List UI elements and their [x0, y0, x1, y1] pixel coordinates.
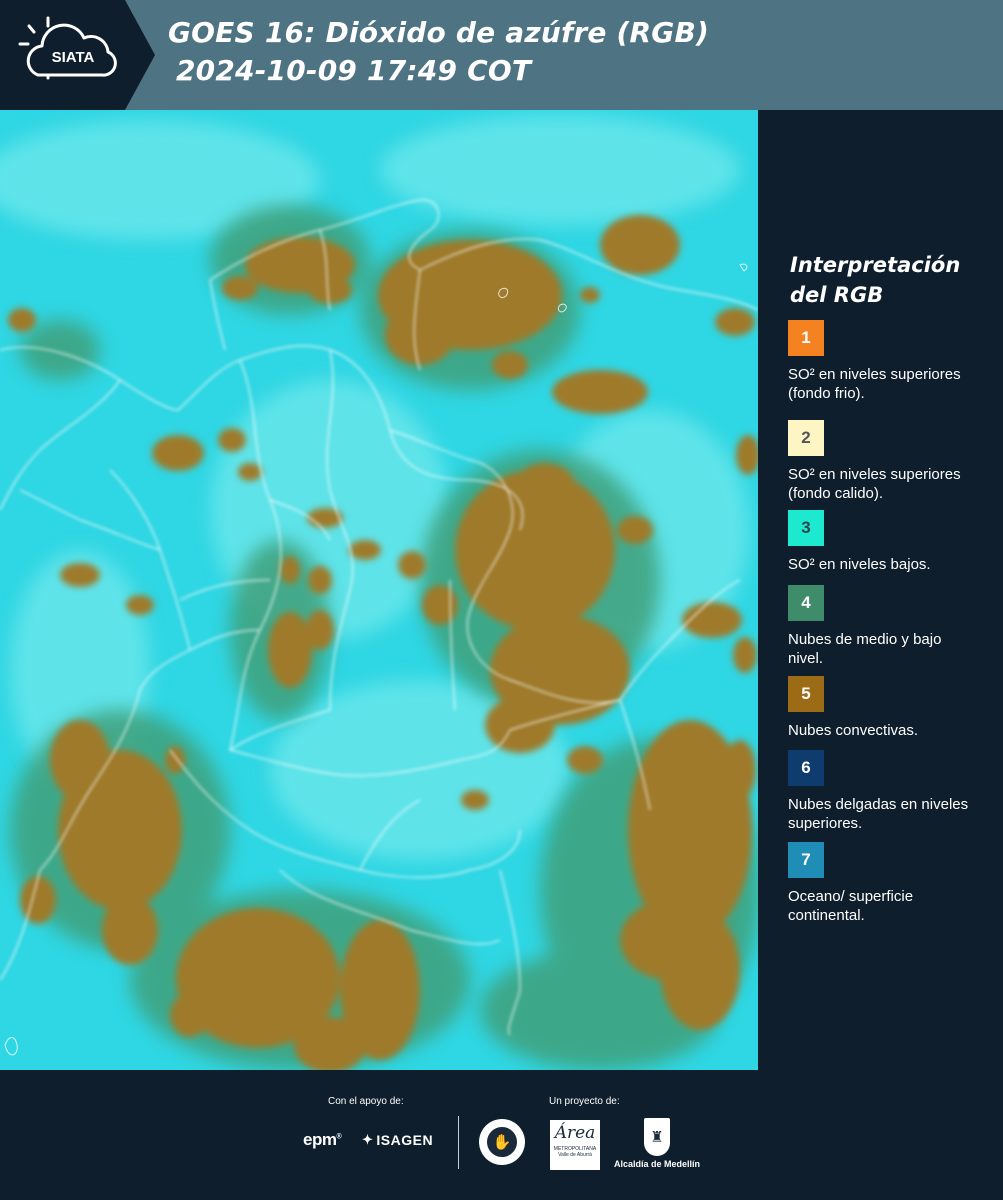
legend-panel: Interpretación del RGB 1 SO² en niveles … [758, 110, 1003, 1070]
project-label: Un proyecto de: [549, 1096, 620, 1107]
legend-item-2: 2 SO² en niveles superiores (fondo calid… [788, 420, 988, 503]
medellin-seal-logo: ✋ [479, 1119, 525, 1165]
epm-logo-text: epm [303, 1130, 337, 1149]
epm-logo: epm® [303, 1130, 342, 1149]
satellite-map[interactable] [0, 110, 758, 1070]
legend-swatch-4: 4 [788, 585, 824, 621]
alcaldia-medellin-logo: ♜ Alcaldía de Medellín [612, 1118, 702, 1169]
legend-label-7: Oceano/ superficie continental. [788, 888, 914, 924]
area-metropolitana-logo: Área METROPOLITANA Valle de Aburrá [550, 1120, 600, 1170]
legend-item-7: 7 Oceano/ superficie continental. [788, 842, 988, 925]
legend-swatch-7: 7 [788, 842, 824, 878]
crest-icon: ♜ [644, 1118, 670, 1156]
footer: Con el apoyo de: Un proyecto de: epm® ✦ … [0, 1070, 1003, 1200]
legend-number-1: 1 [801, 328, 811, 347]
area-logo-script: Área [554, 1123, 596, 1143]
legend-swatch-6: 6 [788, 750, 824, 786]
siata-logo: SIATA [0, 0, 155, 110]
area-logo-sub: Valle de Aburrá [558, 1152, 592, 1158]
legend-number-4: 4 [801, 593, 811, 612]
legend-label-1: SO² en niveles superiores (fondo frio). [788, 366, 961, 402]
satellite-image [0, 110, 758, 1070]
isagen-logo: ✦ ISAGEN [362, 1132, 433, 1148]
siata-logo-panel: SIATA [0, 0, 155, 110]
legend-swatch-1: 1 [788, 320, 824, 356]
page-title: GOES 16: Dióxido de azúfre (RGB) [168, 16, 710, 49]
legend-swatch-3: 3 [788, 510, 824, 546]
legend-number-7: 7 [801, 850, 811, 869]
legend-swatch-2: 2 [788, 420, 824, 456]
legend-item-1: 1 SO² en niveles superiores (fondo frio)… [788, 320, 988, 403]
legend-label-4: Nubes de medio y bajo nivel. [788, 631, 942, 667]
timestamp: 2024-10-09 17:49 COT [176, 54, 532, 87]
title-block: GOES 16: Dióxido de azúfre (RGB) 2024-10… [168, 14, 709, 90]
legend-number-5: 5 [801, 684, 811, 703]
legend-number-2: 2 [801, 428, 811, 447]
seal-icon: ✋ [485, 1125, 519, 1159]
legend-number-3: 3 [801, 518, 811, 537]
siata-logo-text: SIATA [52, 49, 95, 66]
header: SIATA GOES 16: Dióxido de azúfre (RGB) 2… [0, 0, 1003, 110]
legend-label-2: SO² en niveles superiores (fondo calido)… [788, 466, 961, 502]
footer-divider [458, 1116, 459, 1169]
legend-swatch-5: 5 [788, 676, 824, 712]
support-label: Con el apoyo de: [328, 1096, 404, 1107]
legend-number-6: 6 [801, 758, 811, 777]
legend-item-5: 5 Nubes convectivas. [788, 676, 988, 759]
isagen-logo-text: ISAGEN [376, 1132, 434, 1148]
legend-item-3: 3 SO² en niveles bajos. [788, 510, 988, 593]
legend-item-6: 6 Nubes delgadas en niveles superiores. [788, 750, 988, 833]
legend-title: Interpretación del RGB [790, 253, 961, 307]
isagen-glyph-icon: ✦ [362, 1132, 374, 1147]
legend-label-6: Nubes delgadas en niveles superiores. [788, 796, 969, 832]
alcaldia-logo-text: Alcaldía de Medellín [613, 1159, 701, 1169]
legend-item-4: 4 Nubes de medio y bajo nivel. [788, 585, 988, 668]
